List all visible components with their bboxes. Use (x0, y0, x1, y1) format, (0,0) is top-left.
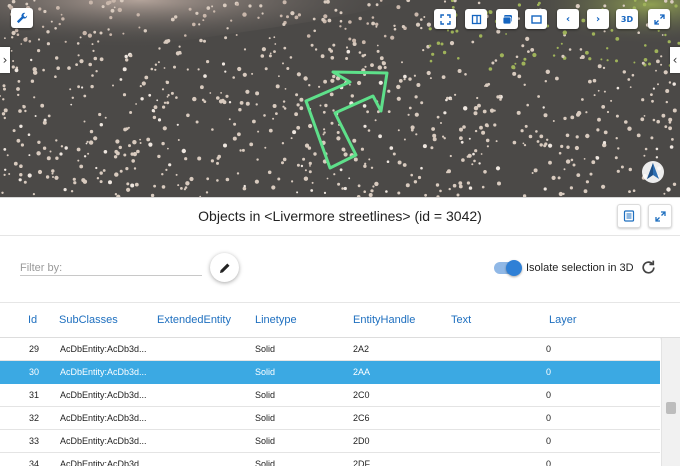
cell-layer: 0 (546, 436, 552, 446)
fit-view-button[interactable] (434, 9, 456, 29)
chevron-left-icon: ‹ (565, 13, 571, 25)
column-header-entityhandle[interactable]: EntityHandle (353, 314, 415, 326)
cell-layer: 0 (546, 367, 552, 377)
list-icon (623, 210, 635, 222)
cell-layer: 0 (546, 390, 552, 400)
next-button[interactable]: › (587, 9, 609, 29)
table-row[interactable]: 30 AcDbEntity:AcDb3d... Solid 2AA 0 (0, 361, 660, 384)
point-cloud-scene[interactable] (0, 0, 680, 197)
column-header-linetype[interactable]: Linetype (255, 314, 297, 326)
chevron-right-icon: › (2, 53, 8, 67)
window-button[interactable] (525, 9, 547, 29)
cell-subclasses: AcDbEntity:AcDb3d... (60, 367, 147, 377)
isolate-selection-label: Isolate selection in 3D (526, 262, 634, 274)
expand-panel-button[interactable] (648, 204, 672, 228)
filter-bar: Isolate selection in 3D (0, 236, 680, 302)
cell-handle: 2C0 (353, 390, 370, 400)
column-header-layer[interactable]: Layer (549, 314, 577, 326)
table-row[interactable]: 33 AcDbEntity:AcDb3d... Solid 2D0 0 (0, 430, 660, 453)
edit-filter-button[interactable] (210, 253, 239, 282)
wrench-icon (16, 12, 28, 24)
cell-handle: 2A2 (353, 344, 370, 354)
3d-icon: 3D (620, 14, 634, 24)
scrollbar-thumb[interactable] (666, 402, 676, 414)
cell-subclasses: AcDbEntity:AcDb3d... (60, 344, 147, 354)
cell-id: 32 (29, 413, 40, 423)
table-row[interactable]: 34 AcDbEntity:AcDb3d... Solid 2DF 0 (0, 453, 660, 466)
fit-view-icon (439, 13, 451, 25)
cell-id: 31 (29, 390, 40, 400)
previous-button[interactable]: ‹ (557, 9, 579, 29)
table-row[interactable]: 31 AcDbEntity:AcDb3d... Solid 2C0 0 (0, 384, 660, 407)
cell-linetype: Solid (255, 436, 276, 446)
cell-layer: 0 (546, 413, 552, 423)
layers-icon (502, 14, 512, 24)
cell-id: 33 (29, 436, 40, 446)
cell-handle: 2C6 (353, 413, 370, 423)
frame-icon (471, 14, 481, 24)
frame-button[interactable] (465, 9, 487, 29)
cell-handle: 2D0 (353, 436, 370, 446)
right-panel-toggle[interactable]: ‹ (670, 47, 680, 73)
chevron-right-icon: › (595, 13, 601, 25)
refresh-icon[interactable] (640, 259, 657, 276)
fullscreen-button[interactable] (648, 9, 670, 29)
cell-subclasses: AcDbEntity:AcDb3d... (60, 390, 147, 400)
column-header-id[interactable]: Id (28, 314, 37, 326)
attribute-table: Id SubClasses ExtendedEntity Linetype En… (0, 302, 680, 466)
table-row[interactable]: 29 AcDbEntity:AcDb3d... Solid 2A2 0 (0, 338, 660, 361)
isolate-selection-toggle[interactable] (494, 260, 522, 276)
compass-icon[interactable] (641, 160, 665, 184)
table-scrollbar[interactable] (661, 338, 680, 466)
cell-subclasses: AcDbEntity:AcDb3d... (60, 436, 147, 446)
panel-title: Objects in <Livermore streetlines> (id =… (198, 208, 482, 224)
table-row[interactable]: 32 AcDbEntity:AcDb3d... Solid 2C6 0 (0, 407, 660, 430)
cell-handle: 2AA (353, 367, 371, 377)
expand-icon (653, 13, 665, 25)
settings-wrench-button[interactable] (11, 8, 33, 28)
filter-input[interactable] (20, 260, 202, 276)
details-button[interactable] (617, 204, 641, 228)
view-3d-button[interactable]: 3D (616, 9, 638, 29)
table-body: 29 AcDbEntity:AcDb3d... Solid 2A2 0 30 AcDbEnt… (0, 338, 660, 466)
table-header: Id SubClasses ExtendedEntity Linetype En… (0, 303, 680, 338)
chevron-left-icon: ‹ (672, 53, 678, 67)
cell-linetype: Solid (255, 390, 276, 400)
cell-layer: 0 (546, 344, 552, 354)
cell-linetype: Solid (255, 413, 276, 423)
viewer-3d[interactable]: ‹ › 3D › ‹ (0, 0, 680, 198)
cell-linetype: Solid (255, 344, 276, 354)
pencil-icon (219, 263, 229, 273)
layers-button[interactable] (496, 9, 518, 29)
cell-linetype: Solid (255, 367, 276, 377)
cell-subclasses: AcDbEntity:AcDb3d... (60, 413, 147, 423)
window-icon (530, 14, 542, 24)
column-header-extendedentity[interactable]: ExtendedEntity (157, 314, 231, 326)
attribute-panel-header: Objects in <Livermore streetlines> (id =… (0, 197, 680, 236)
cell-id: 29 (29, 344, 40, 354)
toggle-knob (506, 260, 522, 276)
cell-id: 30 (29, 367, 40, 377)
left-panel-toggle[interactable]: › (0, 47, 10, 73)
column-header-text[interactable]: Text (451, 314, 471, 326)
expand-icon (654, 210, 666, 222)
column-header-subclasses[interactable]: SubClasses (59, 314, 118, 326)
